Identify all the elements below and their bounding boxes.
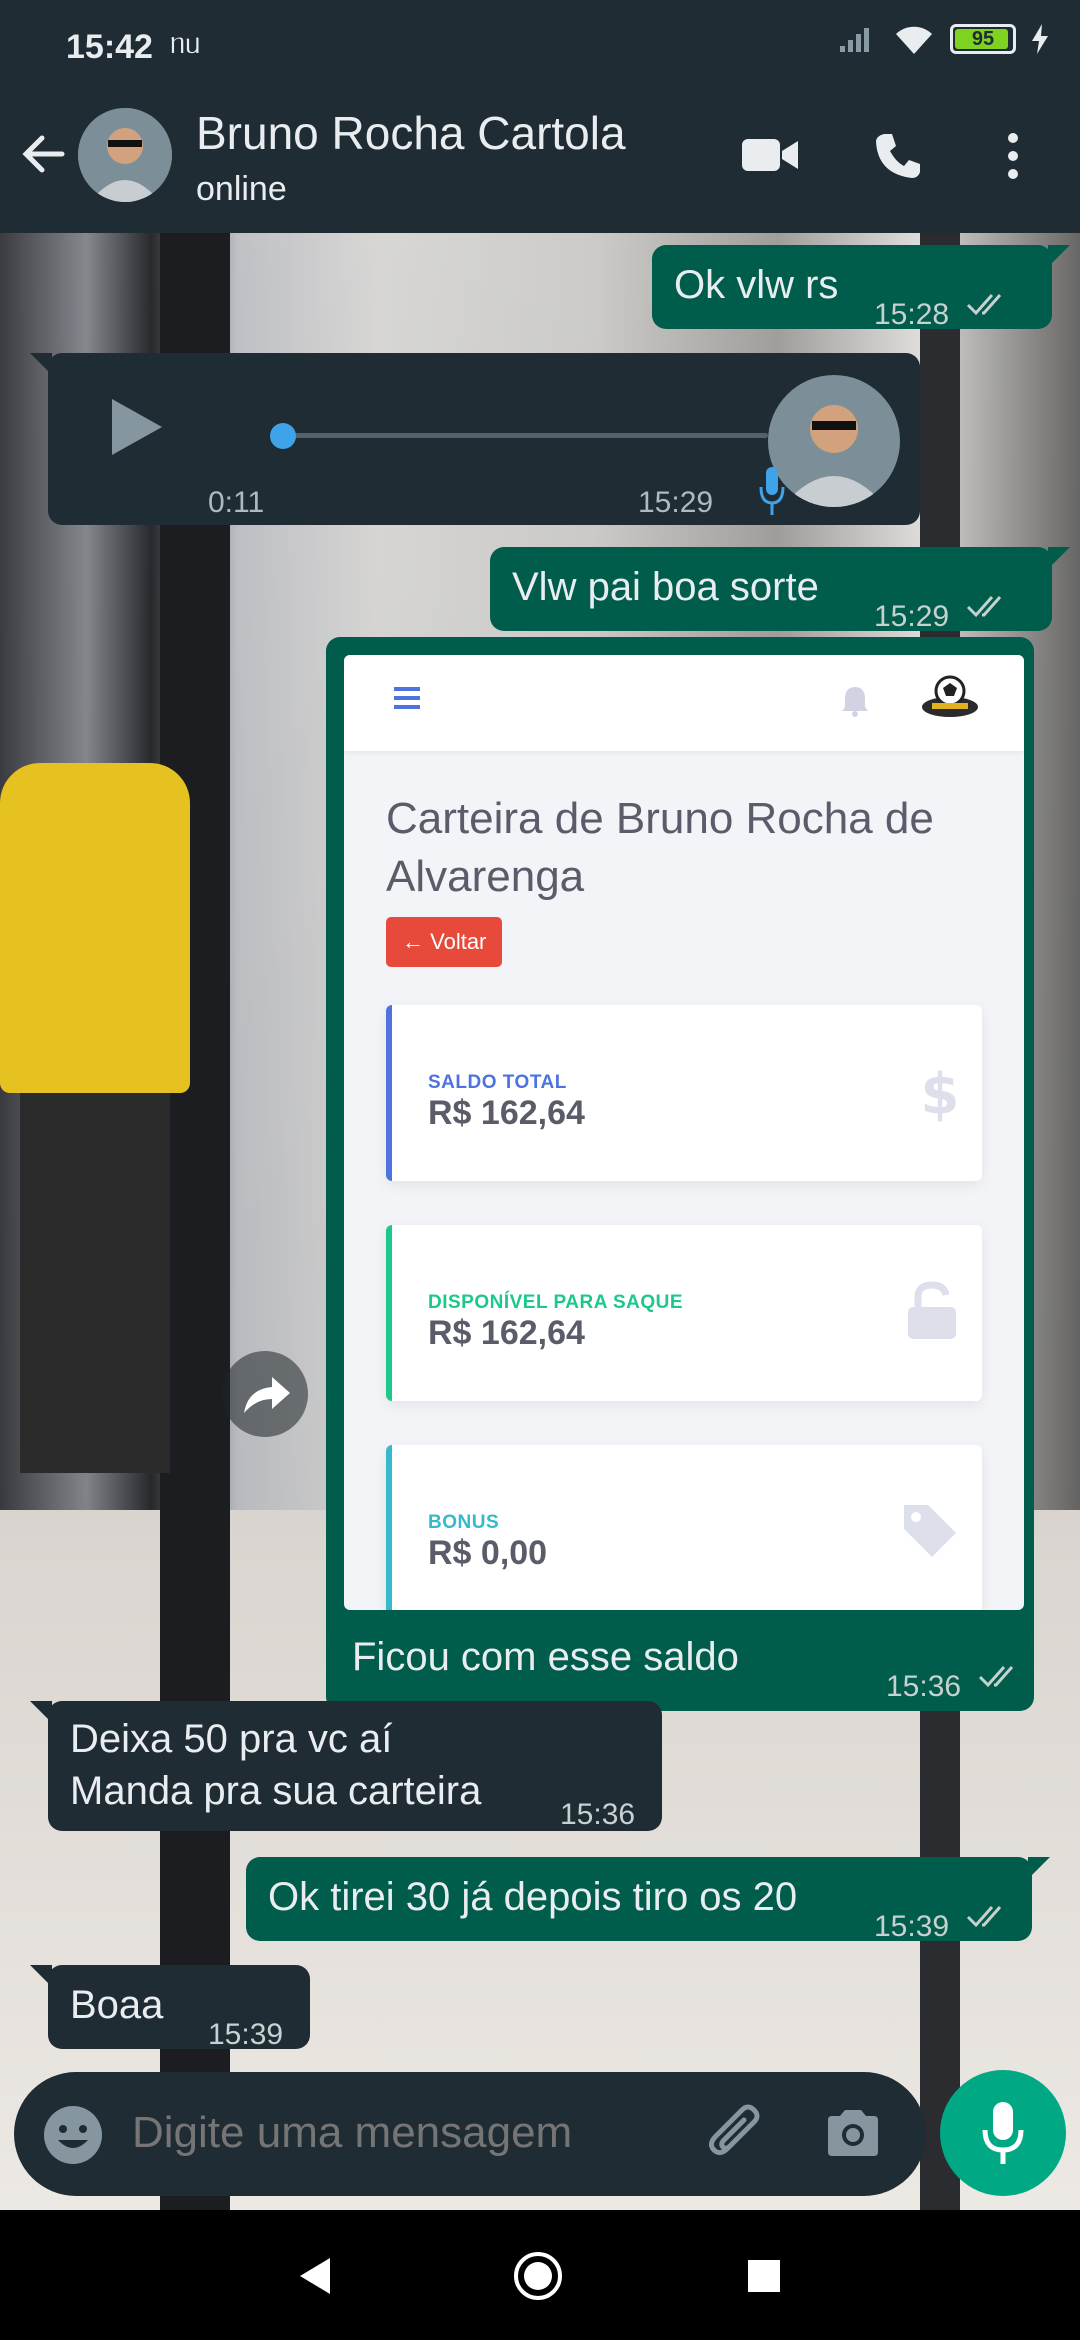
outgoing-message[interactable]: Vlw pai boa sorte 15:29 [490, 547, 1070, 633]
message-time: 15:39 [874, 1910, 950, 1943]
nav-home-icon[interactable] [512, 2250, 564, 2302]
wallet-screenshot[interactable]: Carteira de Bruno Rocha de Alvarenga ← V… [344, 655, 1024, 1610]
forward-button[interactable] [222, 1351, 308, 1437]
message-composer[interactable] [14, 2072, 926, 2196]
bubble-tail [1048, 547, 1070, 569]
status-time: 15:42 [66, 28, 153, 66]
message-text-line2: Manda pra sua carteira [70, 1769, 482, 1813]
wallet-title: Carteira de Bruno Rocha de Alvarenga [386, 794, 934, 901]
emoji-icon[interactable] [42, 2104, 104, 2166]
outgoing-message[interactable]: Ok tirei 30 já depois tiro os 20 15:39 [246, 1857, 1050, 1943]
message-text: Boaa [70, 1983, 164, 2027]
message-text: Ok vlw rs [674, 263, 839, 307]
message-time: 15:36 [886, 1670, 962, 1703]
tag-icon [904, 1505, 956, 1557]
signal-icon [840, 28, 869, 52]
more-options-icon[interactable] [1005, 130, 1021, 182]
contact-avatar[interactable] [78, 108, 172, 202]
bell-icon [842, 687, 868, 717]
phone-call-icon[interactable] [872, 130, 924, 182]
balance-card-available: DISPONÍVEL PARA SAQUE R$ 162,64 [386, 1225, 982, 1401]
video-call-icon[interactable] [740, 133, 800, 177]
wallpaper-person-legs [20, 1093, 170, 1473]
message-time: 15:28 [874, 298, 950, 331]
message-text: Vlw pai boa sorte [512, 565, 819, 609]
bubble-tail [30, 353, 52, 375]
voice-record-button[interactable] [940, 2070, 1066, 2196]
chat-header: Bruno Rocha Cartola online [0, 78, 1080, 233]
forward-icon [244, 1377, 290, 1413]
audio-progress-track[interactable] [269, 423, 768, 449]
audio-duration: 0:11 [208, 486, 265, 519]
battery-level: 95 [971, 27, 995, 50]
message-input[interactable] [132, 2108, 672, 2158]
card-accent [386, 1225, 392, 1401]
audio-sender-avatar [768, 375, 900, 507]
card-value: R$ 0,00 [428, 1534, 548, 1572]
message-text: Ok tirei 30 já depois tiro os 20 [268, 1875, 798, 1919]
message-time: 15:29 [874, 600, 950, 633]
message-text-line1: Deixa 50 pra vc aí [70, 1717, 393, 1761]
read-ticks-icon [966, 1906, 1002, 1928]
bubble-tail [1028, 1857, 1050, 1879]
card-value: R$ 162,64 [428, 1314, 585, 1352]
dollar-icon: $ [921, 1062, 960, 1125]
status-icons: 95 [838, 22, 1050, 56]
camera-icon[interactable] [824, 2106, 882, 2158]
bubble-tail [30, 1965, 52, 1987]
mic-icon [982, 2102, 1024, 2164]
bubble-tail [1048, 245, 1070, 267]
app-logo-icon [922, 675, 978, 717]
play-icon[interactable] [106, 395, 166, 459]
audio-progress-handle[interactable] [269, 423, 296, 449]
incoming-message[interactable]: Deixa 50 pra vc aí Manda pra sua carteir… [30, 1701, 662, 1831]
wallpaper-pole [160, 233, 230, 2210]
read-ticks-icon [966, 596, 1002, 618]
outgoing-message[interactable]: Ok vlw rs 15:28 [652, 245, 1070, 331]
back-button-label: Voltar [430, 929, 487, 954]
message-time: 15:39 [208, 2018, 284, 2051]
svg-text:$: $ [921, 1062, 960, 1125]
chat-background[interactable]: Ok vlw rs 15:28 0:11 15:29 Vlw pai boa s… [0, 233, 1080, 2210]
nav-recents-icon[interactable] [746, 2258, 782, 2294]
hamburger-menu-icon [394, 687, 420, 709]
message-time: 15:29 [638, 486, 714, 519]
charging-icon [1032, 24, 1048, 54]
contact-name[interactable]: Bruno Rocha Cartola [196, 106, 626, 160]
incoming-message[interactable]: Boaa 15:39 [30, 1965, 310, 2051]
wallpaper-person [0, 763, 190, 1093]
system-navigation-bar [0, 2210, 1080, 2340]
wifi-icon [896, 26, 932, 54]
back-button[interactable]: ← Voltar [386, 917, 503, 967]
arrow-left-icon: ← [402, 929, 431, 954]
bubble-tail [30, 1701, 52, 1723]
balance-card-bonus: BONUS R$ 0,00 [386, 1445, 982, 1610]
outgoing-image-message[interactable]: Carteira de Bruno Rocha de Alvarenga ← V… [326, 637, 1034, 1711]
read-ticks-icon [978, 1666, 1014, 1688]
back-arrow-icon[interactable] [18, 128, 70, 180]
wallet-topbar [344, 655, 1024, 751]
nav-back-icon[interactable] [296, 2256, 332, 2296]
unlock-icon [908, 1281, 956, 1339]
card-value: R$ 162,64 [428, 1094, 585, 1132]
incoming-audio-message[interactable]: 0:11 15:29 [30, 353, 920, 525]
message-time: 15:36 [560, 1798, 636, 1831]
balance-card-total: SALDO TOTAL R$ 162,64 $ [386, 1005, 982, 1181]
status-bar: 15:42 ᥒᥙ 95 [0, 0, 1080, 78]
mic-icon [759, 467, 785, 515]
attach-icon[interactable] [706, 2104, 768, 2166]
battery-icon: 95 [950, 24, 1016, 54]
read-ticks-icon [966, 294, 1002, 316]
contact-status: online [196, 170, 287, 208]
status-notification: ᥒᥙ [170, 28, 201, 59]
image-caption: Ficou com esse saldo [352, 1635, 739, 1679]
card-accent [386, 1445, 392, 1610]
card-accent [386, 1005, 392, 1181]
